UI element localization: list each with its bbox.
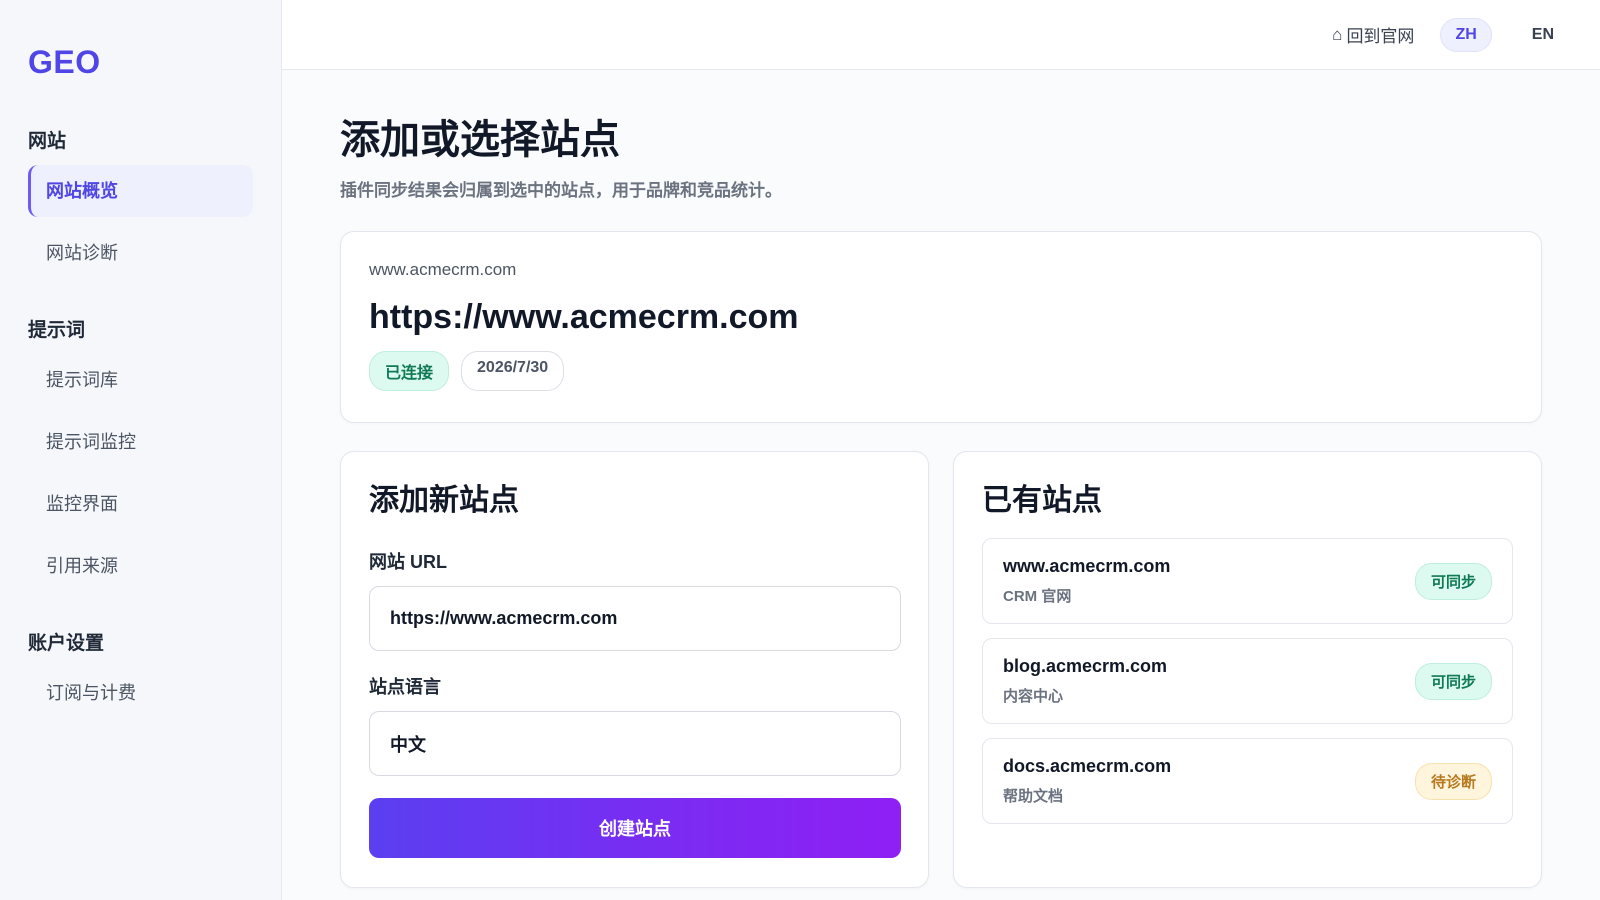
sidebar-item-prompt-monitoring[interactable]: 提示词监控 [28,416,253,468]
site-description: 帮助文档 [1003,788,1064,805]
sidebar: GEO 网站 网站概览 网站诊断 提示词 提示词库 提示词监控 监控界面 引用来… [0,0,282,900]
sidebar-item-site-diagnosis[interactable]: 网站诊断 [28,227,253,279]
home-icon: ⌂ [1332,24,1343,44]
language-field-label: 站点语言 [369,677,441,697]
status-badge: 待诊断 [1414,762,1492,800]
app-root: GEO 网站 网站概览 网站诊断 提示词 提示词库 提示词监控 监控界面 引用来… [0,0,1600,900]
sidebar-item-citation-sources[interactable]: 引用来源 [28,540,253,592]
add-site-card: 添加新站点 网站 URL 站点语言 创建站点 [340,451,929,888]
nav-section-account: 账户设置 [28,633,105,654]
logo: GEO [28,44,101,80]
url-field-label: 网站 URL [369,552,447,572]
existing-sites-card: 已有站点 www.acmecrm.com CRM 官网 可同步 blog.acm… [953,451,1542,888]
sidebar-item-site-overview[interactable]: 网站概览 [28,165,253,217]
site-host: blog.acmecrm.com [1003,656,1168,676]
status-badge: 可同步 [1414,662,1492,700]
site-info: docs.acmecrm.com 帮助文档 [1003,756,1171,806]
list-item[interactable]: www.acmecrm.com CRM 官网 可同步 [982,538,1513,624]
back-to-site-link[interactable]: ⌂ 回到官网 [1332,22,1414,47]
two-column-panels: 添加新站点 网站 URL 站点语言 创建站点 已有站点 www.acmecrm.… [340,451,1542,888]
site-description: 内容中心 [1003,688,1064,705]
current-site-card: www.acmecrm.com https://www.acmecrm.com … [340,231,1542,423]
site-host: docs.acmecrm.com [1003,756,1172,776]
page-subtitle: 插件同步结果会归属到选中的站点，用于品牌和竞品统计。 [340,181,782,200]
add-site-title: 添加新站点 [369,484,519,517]
site-info: www.acmecrm.com CRM 官网 [1003,556,1170,606]
sidebar-item-prompt-library[interactable]: 提示词库 [28,354,253,406]
url-input[interactable] [369,586,901,651]
current-site-chips: 已连接 2026/7/30 [369,351,1513,391]
connected-status-badge: 已连接 [369,351,450,391]
date-badge: 2026/7/30 [461,351,565,391]
current-site-url: https://www.acmecrm.com [369,298,799,336]
lang-zh-button[interactable]: ZH [1440,17,1492,52]
sidebar-item-billing[interactable]: 订阅与计费 [28,667,253,719]
language-input[interactable] [369,711,901,776]
site-info: blog.acmecrm.com 内容中心 [1003,656,1167,706]
site-description: CRM 官网 [1003,588,1072,605]
site-host: www.acmecrm.com [1003,556,1171,576]
nav-section-website: 网站 [28,131,67,152]
list-item[interactable]: docs.acmecrm.com 帮助文档 待诊断 [982,738,1513,824]
main-area: ⌂ 回到官网 ZH EN 添加或选择站点 插件同步结果会归属到选中的站点，用于品… [282,0,1600,900]
list-item[interactable]: blog.acmecrm.com 内容中心 可同步 [982,638,1513,724]
existing-sites-title: 已有站点 [982,484,1102,517]
sidebar-item-monitor-view[interactable]: 监控界面 [28,478,253,530]
current-site-host: www.acmecrm.com [369,260,517,279]
topbar: ⌂ 回到官网 ZH EN [282,0,1600,70]
nav-section-prompts: 提示词 [28,320,86,341]
status-badge: 可同步 [1414,562,1492,600]
create-site-button[interactable]: 创建站点 [369,798,901,858]
page-title: 添加或选择站点 [340,118,620,162]
content: 添加或选择站点 插件同步结果会归属到选中的站点，用于品牌和竞品统计。 www.a… [282,70,1600,888]
site-list: www.acmecrm.com CRM 官网 可同步 blog.acmecrm.… [982,538,1513,824]
lang-en-button[interactable]: EN [1518,19,1568,51]
back-to-site-label: 回到官网 [1346,27,1415,46]
